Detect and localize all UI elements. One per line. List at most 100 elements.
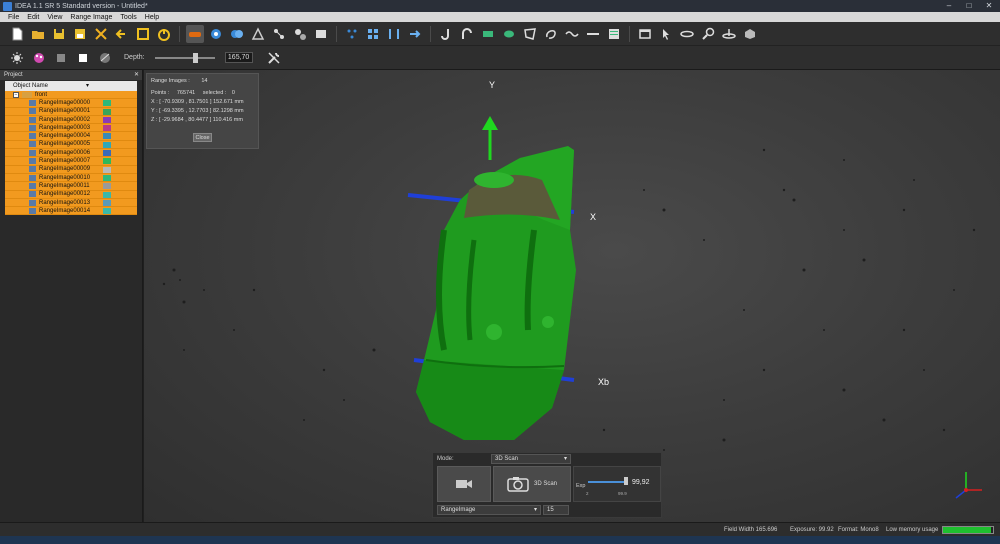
polygon-icon[interactable] [521,25,539,43]
delete-icon[interactable] [92,25,110,43]
tree-item-range-image[interactable]: RangeImage00005 [5,140,137,150]
wave-icon[interactable] [563,25,581,43]
render-mode-icon[interactable] [52,49,70,67]
scan-count-spinner[interactable]: 15 [543,505,569,515]
color-swatch[interactable] [103,208,111,215]
color-swatch[interactable] [103,133,111,140]
arrow-right-icon[interactable] [406,25,424,43]
menu-file[interactable]: File [8,14,19,21]
scanned-object[interactable] [416,146,576,440]
panel-close-icon[interactable]: ✕ [134,70,139,80]
palette-icon[interactable] [30,49,48,67]
tree-item-range-image[interactable]: RangeImage00007 [5,157,137,166]
new-file-icon[interactable] [8,25,26,43]
info-close-button[interactable]: Close [193,133,212,142]
points-value: 765741 [176,90,196,96]
maximize-icon[interactable]: □ [962,1,976,10]
menu-view[interactable]: View [47,14,62,21]
3d-scan-button[interactable]: 3D Scan [493,466,571,502]
tree-item-label: RangeImage00001 [39,108,91,115]
exposure-slider-knob[interactable] [624,477,628,485]
color-swatch[interactable] [103,116,111,123]
color-swatch[interactable] [103,100,111,107]
square-icon[interactable] [134,25,152,43]
menu-range-image[interactable]: Range Image [70,14,112,21]
tree-item-range-image[interactable]: RangeImage00012 [5,190,137,199]
merge-icon[interactable] [228,25,246,43]
tree-root-front[interactable]: − front [5,91,137,100]
y-axis-arrow [482,116,498,130]
exposure-slider[interactable] [588,481,626,483]
minimize-icon[interactable]: – [942,1,956,10]
line-icon[interactable] [584,25,602,43]
cursor-icon[interactable] [657,25,675,43]
3d-viewport[interactable]: Range Images : 14 Points : 765741 select… [144,70,1000,522]
tree-item-range-image[interactable]: RangeImage00004 [5,132,137,141]
rotate-icon[interactable] [678,25,696,43]
color-swatch-icon[interactable] [74,49,92,67]
ellipse-icon[interactable] [500,25,518,43]
depth-value-field[interactable]: 165,70 [224,52,253,63]
smooth-icon[interactable] [291,25,309,43]
zoom-icon[interactable] [699,25,717,43]
hook-icon[interactable] [437,25,455,43]
power-icon[interactable] [155,25,173,43]
save-as-icon[interactable] [71,25,89,43]
color-swatch[interactable] [103,108,111,115]
color-swatch[interactable] [103,191,111,198]
rectangle-icon[interactable] [479,25,497,43]
mode-select[interactable]: 3D Scan ▾ [491,454,571,464]
color-swatch[interactable] [103,158,111,165]
color-swatch[interactable] [103,174,111,181]
color-swatch[interactable] [103,150,111,157]
texture-icon[interactable] [96,49,114,67]
color-swatch[interactable] [103,166,111,173]
tree-item-range-image[interactable]: RangeImage00002 [5,115,137,125]
tree-item-label: RangeImage00012 [39,191,91,198]
curve-icon[interactable] [458,25,476,43]
camera-button[interactable] [437,466,491,502]
tree-item-range-image[interactable]: RangeImage00006 [5,149,137,158]
close-icon[interactable]: ✕ [982,1,996,10]
window-icon[interactable] [636,25,654,43]
depth-slider-knob[interactable] [192,52,198,63]
light-icon[interactable] [8,49,26,67]
output-type-select[interactable]: RangeImage ▾ [437,505,541,515]
lasso-icon[interactable] [542,25,560,43]
tree-item-range-image[interactable]: RangeImage00014 [5,207,137,216]
tree-item-range-image[interactable]: RangeImage00011 [5,182,137,191]
cube-icon[interactable] [741,25,759,43]
tools-wrench-icon[interactable] [265,49,283,67]
tree-item-range-image[interactable]: RangeImage00000 [5,99,137,108]
menu-tools[interactable]: Tools [120,14,136,21]
scanner-icon[interactable] [186,24,204,43]
depth-slider[interactable] [154,52,215,63]
pan-icon[interactable] [720,25,738,43]
open-folder-icon[interactable] [29,25,47,43]
object-name-column-header[interactable]: Object Name ▾ [5,81,137,91]
undo-icon[interactable] [113,25,131,43]
export-icon[interactable] [312,25,330,43]
mesh-icon[interactable] [249,25,267,43]
bracket-icon[interactable] [385,25,403,43]
tree-item-range-image[interactable]: RangeImage00010 [5,173,137,183]
tree-item-range-image[interactable]: RangeImage00003 [5,124,137,133]
axis-label-y: Y [489,80,496,90]
color-swatch[interactable] [103,183,111,190]
filter-icon[interactable] [270,25,288,43]
grid-icon[interactable] [364,25,382,43]
menu-edit[interactable]: Edit [27,14,39,21]
layers-icon[interactable] [605,25,623,43]
alignment-icon[interactable] [207,25,225,43]
tree-item-range-image[interactable]: RangeImage00001 [5,107,137,116]
output-type-value: RangeImage [441,507,476,513]
collapse-icon[interactable]: − [13,91,19,98]
color-swatch[interactable] [103,125,111,132]
color-swatch[interactable] [103,199,111,206]
save-icon[interactable] [50,25,68,43]
tree-item-range-image[interactable]: RangeImage00013 [5,198,137,208]
tree-item-range-image[interactable]: RangeImage00009 [5,165,137,174]
points-icon[interactable] [343,25,361,43]
menu-help[interactable]: Help [145,14,159,21]
color-swatch[interactable] [103,141,111,148]
